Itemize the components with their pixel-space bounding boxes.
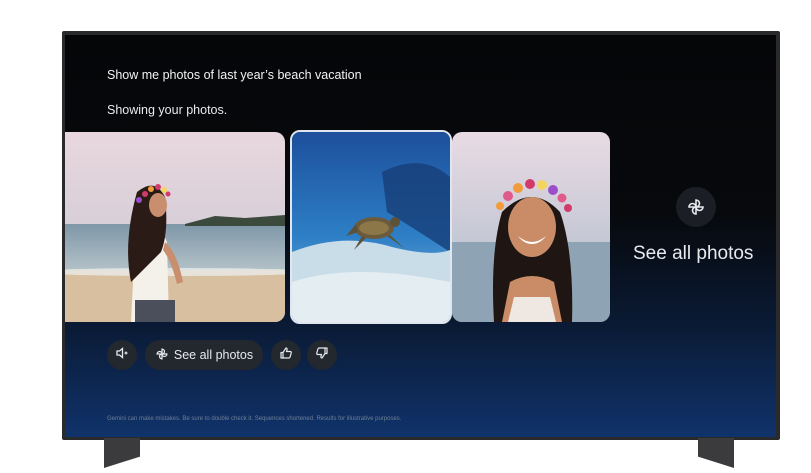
see-all-photos-label: See all photos xyxy=(633,243,754,264)
photo-card-sea-turtle[interactable] xyxy=(290,130,452,324)
photo-card-smiling-woman[interactable] xyxy=(452,132,610,322)
pinwheel-icon xyxy=(155,347,169,364)
see-all-photos-card[interactable]: See all photos xyxy=(625,175,775,275)
assistant-response: Showing your photos. xyxy=(107,103,228,117)
tv-screen: Show me photos of last year’s beach vaca… xyxy=(65,35,776,437)
thumbs-down-button[interactable] xyxy=(307,340,337,370)
pinwheel-icon xyxy=(676,187,716,227)
see-all-photos-button-label: See all photos xyxy=(173,348,254,362)
tv-stand-left xyxy=(104,438,140,468)
thumbs-up-icon xyxy=(279,346,293,365)
thumbs-down-icon xyxy=(315,346,329,365)
disclaimer-text: Gemini can make mistakes. Be sure to dou… xyxy=(107,416,402,422)
photo-sea-turtle-image xyxy=(292,132,450,322)
photo-card-beach-woman[interactable] xyxy=(65,132,285,322)
audio-button[interactable] xyxy=(107,340,137,370)
photo-smiling-woman-image xyxy=(452,132,610,322)
photo-beach-woman-image xyxy=(65,132,285,322)
see-all-photos-button[interactable]: See all photos xyxy=(145,340,263,370)
user-query: Show me photos of last year’s beach vaca… xyxy=(107,68,362,82)
tv-stand-right xyxy=(698,438,734,468)
speaker-icon xyxy=(115,346,129,365)
thumbs-up-button[interactable] xyxy=(271,340,301,370)
